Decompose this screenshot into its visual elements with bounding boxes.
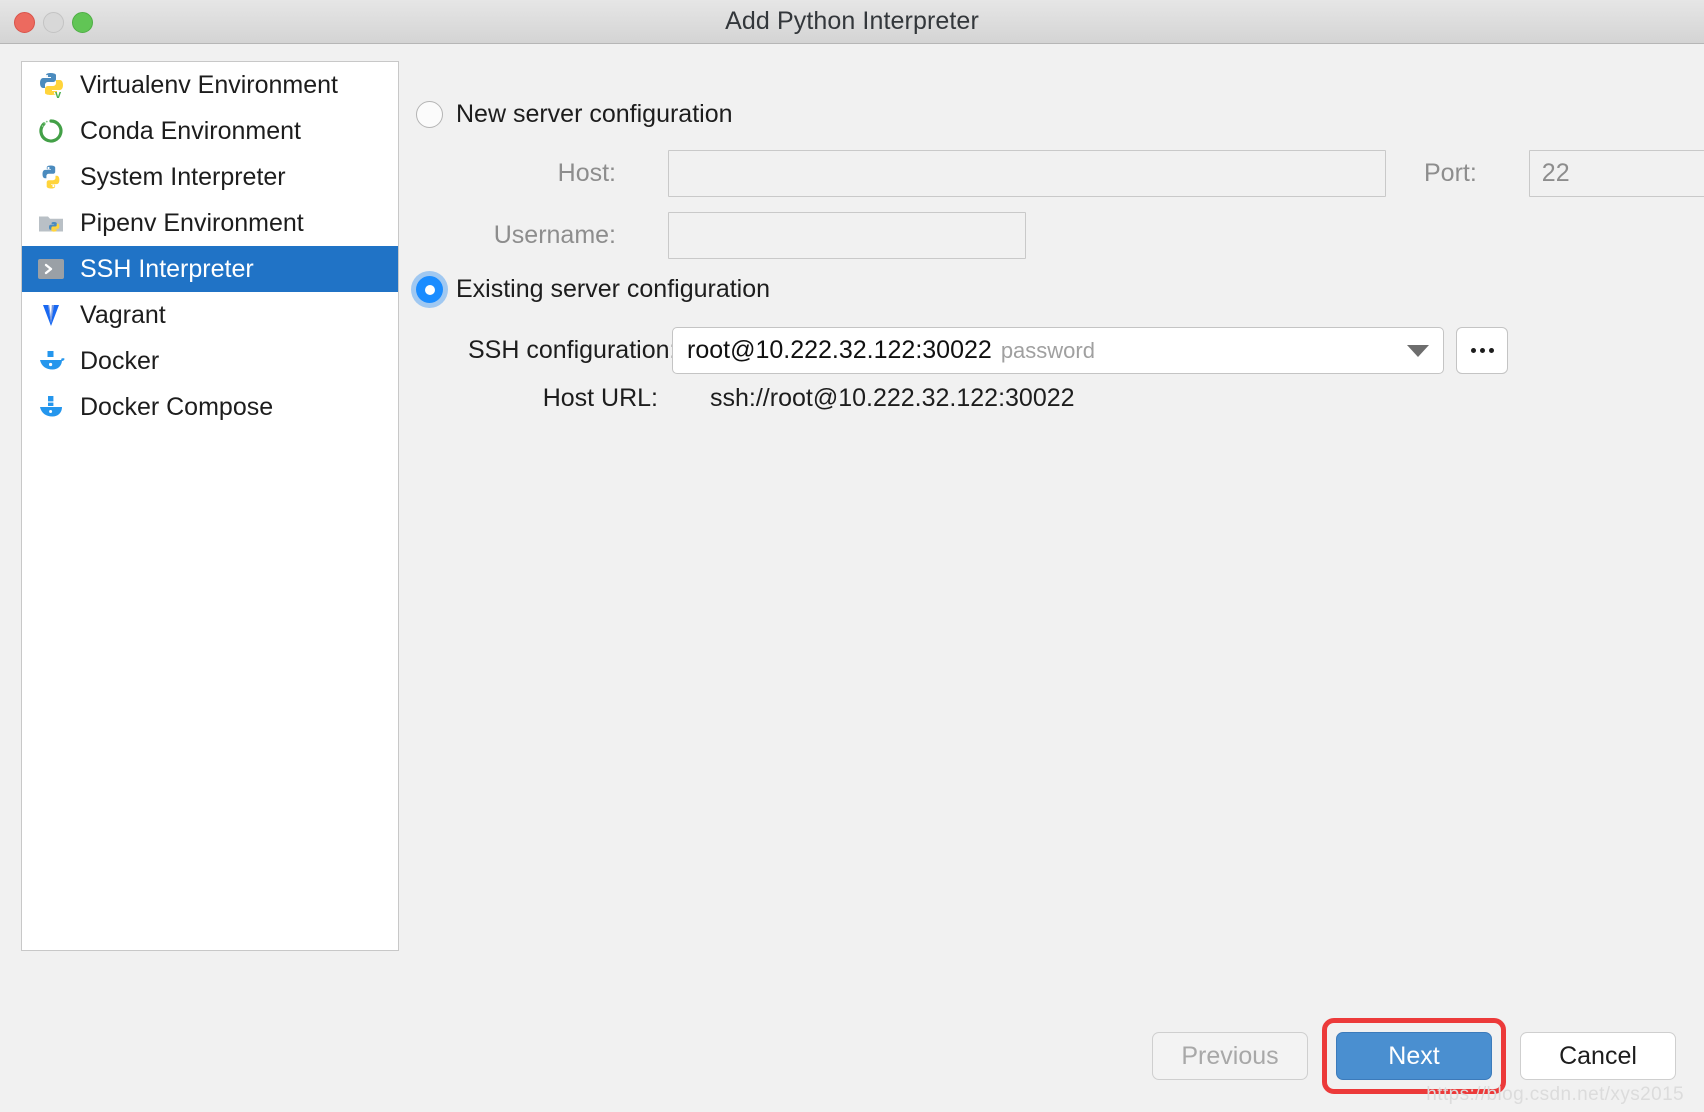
ellipsis-dot: [1470, 348, 1476, 353]
existing-server-configuration-label: Existing server configuration: [456, 275, 771, 303]
host-label: Host:: [557, 159, 616, 187]
sidebar-item-label: System Interpreter: [80, 162, 286, 191]
sidebar-item-label: Pipenv Environment: [80, 208, 304, 237]
window-controls: [14, 0, 93, 44]
next-button[interactable]: Next: [1336, 1032, 1492, 1080]
docker-icon: [36, 346, 66, 376]
host-url-value: ssh://root@10.222.32.122:30022: [710, 384, 1075, 412]
host-input[interactable]: [668, 150, 1386, 197]
dialog-body: v Virtualenv Environment Conda Environme…: [0, 44, 1704, 1112]
sidebar-item-pipenv-environment[interactable]: Pipenv Environment: [22, 200, 398, 246]
sidebar-item-conda-environment[interactable]: Conda Environment: [22, 108, 398, 154]
new-server-configuration-label: New server configuration: [456, 100, 733, 128]
browse-ssh-configurations-button[interactable]: [1456, 327, 1508, 374]
host-field-row: Host: Port: 22: [468, 150, 1704, 197]
window-title: Add Python Interpreter: [725, 7, 979, 35]
existing-server-configuration-radio[interactable]: Existing server configuration: [416, 275, 770, 304]
python-venv-icon: v: [36, 70, 66, 100]
ssh-configuration-value: root@10.222.32.122:30022: [687, 336, 992, 364]
docker-compose-icon: [36, 392, 66, 422]
next-button-annotation-highlight: Next: [1322, 1018, 1506, 1094]
sidebar-item-label: Vagrant: [80, 300, 166, 329]
sidebar-item-vagrant[interactable]: Vagrant: [22, 292, 398, 338]
sidebar-item-label: Docker Compose: [80, 392, 274, 421]
host-url-row: Host URL: ssh://root@10.222.32.122:30022: [468, 384, 1075, 413]
watermark: https://blog.csdn.net/xys2015: [1426, 1084, 1684, 1105]
vagrant-icon: [36, 300, 66, 330]
close-button[interactable]: [14, 11, 35, 33]
sidebar-item-docker-compose[interactable]: Docker Compose: [22, 384, 398, 430]
chevron-down-icon[interactable]: [1407, 344, 1429, 357]
sidebar-item-label: Virtualenv Environment: [80, 70, 339, 99]
sidebar-item-label: SSH Interpreter: [80, 254, 254, 283]
maximize-button[interactable]: [72, 11, 93, 33]
sidebar-item-system-interpreter[interactable]: System Interpreter: [22, 154, 398, 200]
username-label: Username:: [493, 221, 616, 249]
port-label: Port:: [1424, 159, 1477, 187]
username-field-row: Username:: [468, 212, 1026, 259]
title-bar: Add Python Interpreter: [0, 0, 1704, 44]
dialog-footer: Previous Next Cancel: [1152, 1018, 1676, 1094]
radio-indicator-unselected[interactable]: [416, 101, 443, 128]
ssh-configuration-dropdown[interactable]: root@10.222.32.122:30022 password: [672, 327, 1444, 374]
ssh-interpreter-pane: New server configuration Host: Port: 22 …: [416, 44, 1704, 1112]
interpreter-type-list[interactable]: v Virtualenv Environment Conda Environme…: [21, 61, 399, 951]
radio-indicator-selected[interactable]: [416, 276, 443, 303]
minimize-button[interactable]: [43, 11, 64, 33]
pipenv-icon: [36, 208, 66, 238]
host-url-label: Host URL:: [542, 384, 658, 412]
username-input[interactable]: [668, 212, 1026, 259]
sidebar-item-ssh-interpreter[interactable]: SSH Interpreter: [22, 246, 398, 292]
ssh-configuration-row: SSH configuration: root@10.222.32.122:30…: [468, 327, 1508, 374]
ellipsis-dot: [1488, 348, 1494, 353]
add-python-interpreter-window: Add Python Interpreter v Virtualenv Envi…: [0, 0, 1704, 1112]
sidebar-item-virtualenv-environment[interactable]: v Virtualenv Environment: [22, 62, 398, 108]
python-icon: [36, 162, 66, 192]
svg-text:v: v: [55, 89, 62, 99]
sidebar-item-docker[interactable]: Docker: [22, 338, 398, 384]
port-input[interactable]: 22: [1528, 150, 1704, 197]
new-server-configuration-radio[interactable]: New server configuration: [416, 100, 733, 129]
ellipsis-dot: [1479, 348, 1485, 353]
sidebar-item-label: Docker: [80, 346, 160, 375]
ssh-configuration-label: SSH configuration:: [468, 336, 677, 364]
cancel-button[interactable]: Cancel: [1520, 1032, 1676, 1080]
ssh-terminal-icon: [36, 254, 66, 284]
conda-icon: [36, 116, 66, 146]
previous-button[interactable]: Previous: [1152, 1032, 1308, 1080]
ssh-configuration-auth-type: password: [1000, 337, 1095, 363]
sidebar-item-label: Conda Environment: [80, 116, 301, 145]
